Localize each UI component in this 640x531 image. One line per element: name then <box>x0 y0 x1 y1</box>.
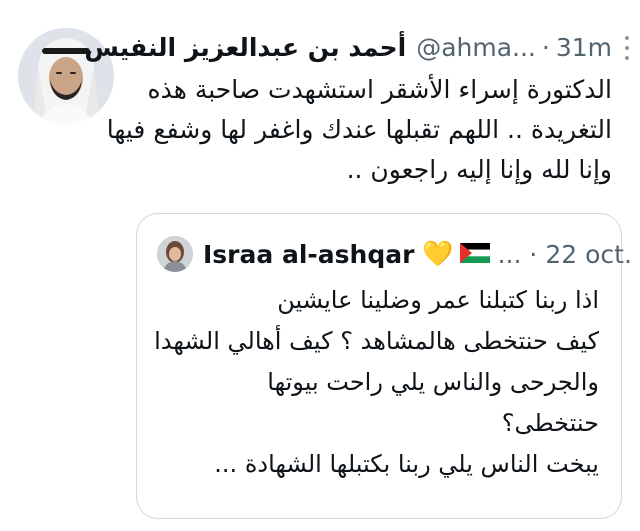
tweet-text: الدكتورة إسراء الأشقر استشهدت صاحبة هذه … <box>106 70 612 190</box>
author-handle[interactable]: @ahma... <box>416 30 536 66</box>
quoted-tweet-timestamp[interactable]: 22 oct. <box>545 240 632 269</box>
quoted-text-line: والجرحى والناس يلي راحت بيوتها <box>267 368 599 396</box>
palestine-flag-icon <box>459 240 490 269</box>
quoted-author-name[interactable]: Israa al-ashqar <box>203 240 414 269</box>
quoted-text-line: حنتخطى؟ <box>501 409 599 437</box>
quoted-tweet-text: اذا ربنا كتبلنا عمر وضلينا عايشين كيف حن… <box>154 280 599 485</box>
yellow-heart-icon: 💛 <box>422 239 454 268</box>
quoted-tweet-header: Israa al-ashqar 💛 ... · 22 oct. <box>203 234 632 274</box>
tweet-text-line: وإنا لله وإنا إليه راجعون .. <box>346 155 612 184</box>
quoted-tweet-card[interactable]: Israa al-ashqar 💛 ... · 22 oct. اذا ربنا… <box>136 213 632 519</box>
quoted-text-line: كيف حنتخطى هالمشاهد ؟ كيف أهالي الشهدا <box>154 327 599 355</box>
tweet-header: أحمد بن عبدالعزيز النفيس @ahma... · 31m <box>84 30 612 66</box>
tweet-text-line: التغريدة .. اللهم تقبلها عندك واغفر لها … <box>106 115 612 144</box>
quoted-author-handle[interactable]: ... <box>498 240 522 269</box>
author-name[interactable]: أحمد بن عبدالعزيز النفيس <box>84 30 406 66</box>
quoted-author-avatar[interactable] <box>157 236 193 272</box>
quoted-text-line: اذا ربنا كتبلنا عمر وضلينا عايشين <box>277 286 599 314</box>
quoted-author-avatar-image <box>157 236 193 272</box>
tweet-timestamp[interactable]: 31m <box>556 30 612 66</box>
quoted-text-line: يبخت الناس يلي ربنا بكتبلها الشهادة ... <box>214 450 599 478</box>
quoted-header-separator: · <box>529 239 538 269</box>
more-vertical-icon[interactable] <box>624 36 630 60</box>
header-separator: · <box>541 33 550 62</box>
tweet-text-line: الدكتورة إسراء الأشقر استشهدت صاحبة هذه <box>147 75 612 104</box>
